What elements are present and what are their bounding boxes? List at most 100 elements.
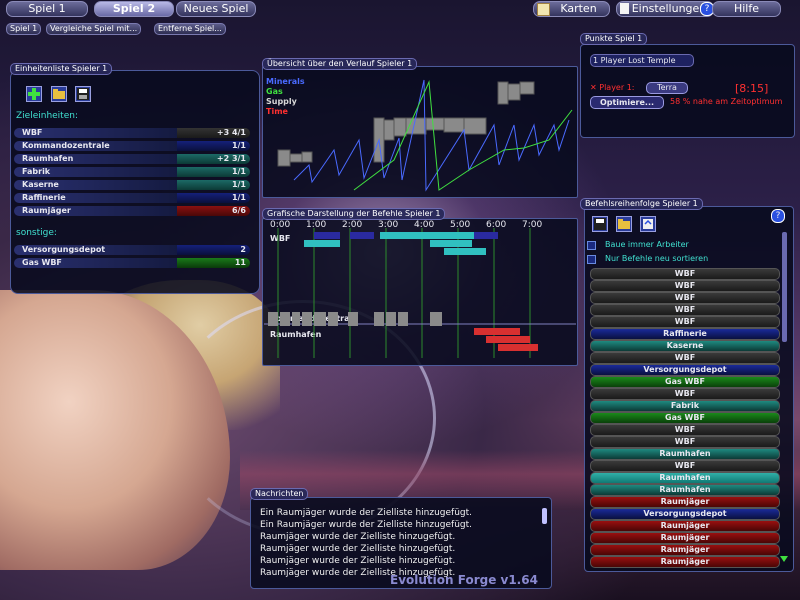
sequence-item[interactable]: Raumjäger xyxy=(590,556,780,568)
unit-count: 1/1 xyxy=(177,180,250,190)
save-icon[interactable] xyxy=(75,86,91,102)
sequence-item[interactable]: Raumjäger xyxy=(590,532,780,544)
goal-unit-row[interactable]: Raumhafen +2 3/1 xyxy=(14,154,252,164)
unit-name: Versorgungsdepot xyxy=(14,245,179,255)
goal-unit-row[interactable]: Kaserne 1/1 xyxy=(14,180,252,190)
open-folder-icon[interactable] xyxy=(51,86,67,102)
overview-graph xyxy=(277,79,573,192)
goal-unit-row[interactable]: Raffinerie 1/1 xyxy=(14,193,252,203)
build-workers-checkbox[interactable] xyxy=(587,241,596,250)
overview-panel-title: Übersicht über den Verlauf Spieler 1 xyxy=(262,58,418,70)
sequence-item[interactable]: Raumjäger xyxy=(590,520,780,532)
unit-count: +2 3/1 xyxy=(177,154,250,164)
sequence-item[interactable]: WBF xyxy=(590,352,780,364)
goal-units-label: Zieleinheiten: xyxy=(16,111,78,121)
unit-count: 1/1 xyxy=(177,141,250,151)
sequence-item[interactable]: WBF xyxy=(590,316,780,328)
unit-name: Kaserne xyxy=(14,180,179,190)
sequence-item[interactable]: Versorgungsdepot xyxy=(590,508,780,520)
map-icon xyxy=(537,3,550,16)
sequence-scrollbar[interactable] xyxy=(782,232,787,342)
app-version: Evolution Forge v1.64 xyxy=(390,573,538,587)
time-readout: [8:15] xyxy=(735,82,769,95)
goal-unit-row[interactable]: Raumjäger 6/6 xyxy=(14,206,252,216)
unit-name: Gas WBF xyxy=(14,258,179,268)
other-unit-row[interactable]: Gas WBF 11 xyxy=(14,258,252,268)
sequence-item[interactable]: WBF xyxy=(590,304,780,316)
sequence-help-icon[interactable]: ? xyxy=(771,209,785,223)
unit-count: 11 xyxy=(177,258,250,268)
optimize-button[interactable]: Optimiere... xyxy=(590,96,664,109)
hilfe-button[interactable]: Hilfe xyxy=(712,1,781,17)
goal-unit-row[interactable]: WBF +3 4/1 xyxy=(14,128,252,138)
unit-name: Kommandozentrale xyxy=(14,141,179,151)
unit-name: Raumhafen xyxy=(14,154,179,164)
sequence-item[interactable]: Gas WBF xyxy=(590,376,780,388)
sequence-item[interactable]: Raumhafen xyxy=(590,472,780,484)
goal-unit-row[interactable]: Fabrik 1/1 xyxy=(14,167,252,177)
optimum-percent: 58 % nahe am Zeitoptimum xyxy=(670,97,783,106)
close-icon: ✕ xyxy=(590,83,600,92)
message-line: Ein Raumjäger wurde der Zielliste hinzug… xyxy=(260,508,473,518)
subtab-vergleiche[interactable]: Vergleiche Spiel mit... xyxy=(46,23,142,35)
sequence-panel-title: Befehlsreihenfolge Spieler 1 xyxy=(580,198,703,210)
unit-name: Raumjäger xyxy=(14,206,179,216)
sequence-item[interactable]: WBF xyxy=(590,460,780,472)
sequence-item[interactable]: Raumhafen xyxy=(590,448,780,460)
sequence-item[interactable]: Raffinerie xyxy=(590,328,780,340)
player-label: ✕ Player 1: xyxy=(590,83,635,92)
unit-count: 2 xyxy=(177,245,250,255)
unit-name: Fabrik xyxy=(14,167,179,177)
orders-panel-title: Grafische Darstellung der Befehle Spiele… xyxy=(262,208,446,220)
settings-icon xyxy=(620,3,629,14)
message-line: Raumjäger wurde der Zielliste hinzugefüg… xyxy=(260,544,456,554)
race-select[interactable]: Terra xyxy=(646,82,688,94)
subtab-spiel-1[interactable]: Spiel 1 xyxy=(6,23,42,35)
sequence-open-icon[interactable] xyxy=(616,216,632,232)
unit-count: 1/1 xyxy=(177,193,250,203)
unit-count: 1/1 xyxy=(177,167,250,177)
sequence-item[interactable]: Raumhafen xyxy=(590,484,780,496)
other-units-label: sonstige: xyxy=(16,228,57,238)
sequence-item[interactable]: WBF xyxy=(590,292,780,304)
sequence-item[interactable]: WBF xyxy=(590,268,780,280)
sequence-item[interactable]: Fabrik xyxy=(590,400,780,412)
sequence-refresh-icon[interactable] xyxy=(640,216,656,232)
points-panel-title: Punkte Spiel 1 xyxy=(580,33,648,45)
message-line: Raumjäger wurde der Zielliste hinzugefüg… xyxy=(260,532,456,542)
einstellungen-button[interactable]: Einstellungen ? xyxy=(616,1,714,17)
orders-graph xyxy=(264,228,576,358)
messages-panel-title: Nachrichten xyxy=(250,488,309,500)
subtab-entferne[interactable]: Entferne Spiel... xyxy=(154,23,226,35)
sequence-item[interactable]: Raumjäger xyxy=(590,544,780,556)
sequence-item[interactable]: WBF xyxy=(590,424,780,436)
tab-spiel-2[interactable]: Spiel 2 xyxy=(94,1,174,17)
scroll-down-icon[interactable] xyxy=(780,556,788,562)
sequence-item[interactable]: WBF xyxy=(590,388,780,400)
karten-button[interactable]: Karten xyxy=(533,1,610,17)
sequence-item[interactable]: Gas WBF xyxy=(590,412,780,424)
resort-only-checkbox[interactable] xyxy=(587,255,596,264)
unit-name: WBF xyxy=(14,128,179,138)
sequence-save-icon[interactable] xyxy=(592,216,608,232)
goal-unit-row[interactable]: Kommandozentrale 1/1 xyxy=(14,141,252,151)
sequence-item[interactable]: WBF xyxy=(590,436,780,448)
add-icon[interactable] xyxy=(26,86,42,102)
resort-only-label: Nur Befehle neu sortieren xyxy=(605,254,709,263)
tab-spiel-1[interactable]: Spiel 1 xyxy=(6,1,88,17)
sequence-item[interactable]: Versorgungsdepot xyxy=(590,364,780,376)
sequence-item[interactable]: Kaserne xyxy=(590,340,780,352)
unit-count: +3 4/1 xyxy=(177,128,250,138)
other-unit-row[interactable]: Versorgungsdepot 2 xyxy=(14,245,252,255)
sequence-item[interactable]: WBF xyxy=(590,280,780,292)
messages-scrollbar[interactable] xyxy=(542,508,547,524)
build-workers-label: Baue immer Arbeiter xyxy=(605,240,689,249)
sequence-item[interactable]: Raumjäger xyxy=(590,496,780,508)
map-select[interactable]: 1 Player Lost Temple xyxy=(590,54,694,67)
message-line: Raumjäger wurde der Zielliste hinzugefüg… xyxy=(260,556,456,566)
message-line: Ein Raumjäger wurde der Zielliste hinzug… xyxy=(260,520,473,530)
units-panel-title: Einheitenliste Spieler 1 xyxy=(10,63,113,75)
tab-neues-spiel[interactable]: Neues Spiel xyxy=(176,1,256,17)
unit-name: Raffinerie xyxy=(14,193,179,203)
unit-count: 6/6 xyxy=(177,206,250,216)
